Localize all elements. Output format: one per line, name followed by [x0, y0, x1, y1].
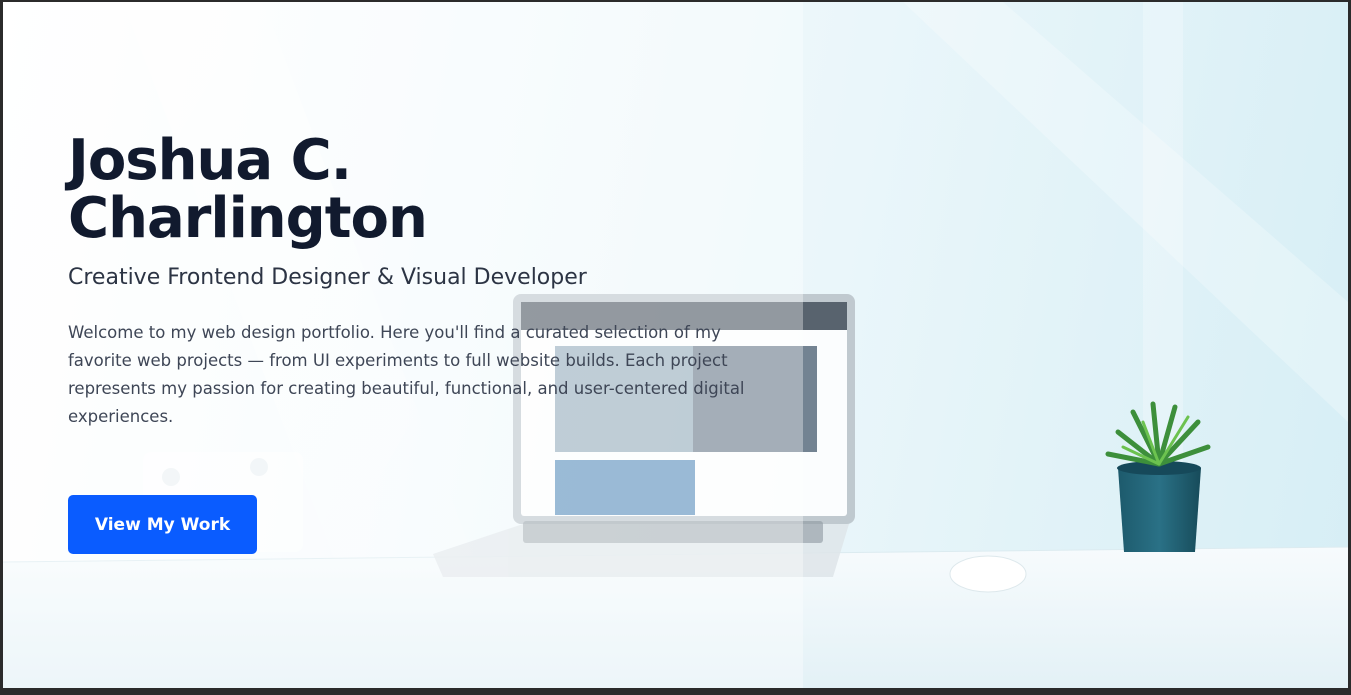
hero-name-line-2: Charlington [68, 186, 428, 251]
hero-name: Joshua C. Charlington [68, 132, 488, 248]
hero-intro: Welcome to my web design portfolio. Here… [68, 323, 745, 426]
hero-section: Joshua C. Charlington Creative Frontend … [3, 2, 1348, 688]
hero-name-line-1: Joshua C. [68, 128, 352, 193]
hero-subtitle: Creative Frontend Designer & Visual Deve… [68, 265, 587, 290]
hero-content: Joshua C. Charlington Creative Frontend … [68, 132, 768, 431]
view-my-work-button[interactable]: View My Work [68, 495, 257, 554]
